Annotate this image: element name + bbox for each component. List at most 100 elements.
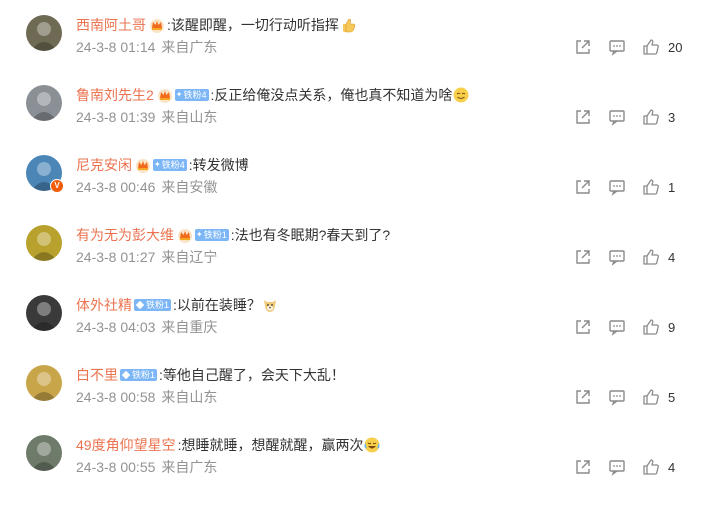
avatar[interactable] (26, 225, 62, 261)
comment-location: 来自广东 (161, 39, 218, 55)
comment-location: 来自山东 (161, 109, 218, 125)
comment-item: 鲁南刘先生2 铁粉4 :反正给俺没点关系，俺也真不知道为啥 24-3-8 01:… (0, 85, 712, 155)
comment-date: 24-3-8 00:55 (76, 459, 156, 475)
comment-actions: 5 (572, 387, 712, 407)
comment-actions: 4 (572, 457, 712, 477)
crown-icon (157, 89, 172, 103)
thumbs-up-icon (642, 388, 660, 406)
share-icon (574, 388, 592, 406)
share-button[interactable] (574, 387, 592, 407)
comment-icon (608, 108, 626, 126)
smile-emoji (453, 87, 469, 103)
like-count: 1 (668, 179, 676, 195)
fan-badge: 铁粉4 (153, 159, 187, 171)
comment-actions: 3 (572, 107, 712, 127)
share-button[interactable] (574, 247, 592, 267)
comment-date: 24-3-8 00:46 (76, 179, 156, 195)
comment-actions: 20 (572, 37, 712, 57)
comment-item: 体外社精 铁粉1 :以前在装睡？ 24-3-8 04:03 来自重庆 9 (0, 295, 712, 365)
like-count: 20 (668, 39, 683, 55)
thumbs-up-icon (642, 458, 660, 476)
avatar[interactable] (26, 15, 62, 51)
comment-location: 来自辽宁 (161, 249, 218, 265)
share-icon (574, 458, 592, 476)
laugh-cry-emoji (364, 437, 380, 453)
share-button[interactable] (574, 317, 592, 337)
comment-text: :反正给俺没点关系，俺也真不知道为啥 (210, 87, 453, 103)
comment-text: :该醒即醒，一切行动听指挥 (167, 17, 339, 33)
comment-date: 24-3-8 04:03 (76, 319, 156, 335)
like-button[interactable]: 20 (642, 37, 682, 57)
reply-button[interactable] (608, 177, 626, 197)
like-button[interactable]: 4 (642, 457, 675, 477)
user-name-link[interactable]: 西南阿土哥 (76, 15, 146, 35)
comment-text: :以前在装睡？ (173, 297, 261, 313)
fan-badge: 铁粉1 (134, 299, 172, 311)
comment-icon (608, 178, 626, 196)
like-count: 4 (668, 459, 676, 475)
like-button[interactable]: 1 (642, 177, 675, 197)
reply-button[interactable] (608, 317, 626, 337)
reply-button[interactable] (608, 387, 626, 407)
user-name-link[interactable]: 鲁南刘先生2 (76, 85, 154, 105)
fan-badge: 铁粉1 (195, 229, 229, 241)
thumbs-up-icon (642, 178, 660, 196)
avatar[interactable] (26, 85, 62, 121)
comment-item: 西南阿土哥 :该醒即醒，一切行动听指挥 24-3-8 01:14 来自广东 20 (0, 15, 712, 85)
share-icon (574, 178, 592, 196)
comment-icon (608, 248, 626, 266)
comment-date: 24-3-8 01:27 (76, 249, 156, 265)
thumbs-up-icon (642, 108, 660, 126)
share-button[interactable] (574, 177, 592, 197)
comment-location: 来自广东 (161, 459, 218, 475)
like-button[interactable]: 3 (642, 107, 675, 127)
crown-icon (178, 229, 192, 243)
reply-button[interactable] (608, 107, 626, 127)
comment-actions: 9 (572, 317, 712, 337)
like-count: 5 (668, 389, 676, 405)
comment-item: 白不里 铁粉1 :等他自己醒了，会天下大乱！ 24-3-8 00:58 来自山东 … (0, 365, 712, 435)
comment-item: 49度角仰望星空 :想睡就睡，想醒就醒，赢两次 24-3-8 00:55 来自广东… (0, 435, 712, 505)
comment-actions: 4 (572, 247, 712, 267)
user-name-link[interactable]: 有为无为彭大维 (76, 225, 174, 245)
comment-location: 来自安徽 (161, 179, 218, 195)
doge-emoji (263, 300, 276, 312)
reply-button[interactable] (608, 457, 626, 477)
comment-item: 有为无为彭大维 铁粉1 :法也有冬眠期?春天到了? 24-3-8 01:27 来自… (0, 225, 712, 295)
comment-actions: 1 (572, 177, 712, 197)
comment-icon (608, 458, 626, 476)
share-icon (574, 248, 592, 266)
reply-button[interactable] (608, 37, 626, 57)
like-button[interactable]: 4 (642, 247, 675, 267)
user-name-link[interactable]: 49度角仰望星空 (76, 435, 176, 455)
verified-badge-icon: V (50, 179, 64, 193)
comment-text: :法也有冬眠期?春天到了? (230, 227, 391, 243)
like-count: 9 (668, 319, 676, 335)
share-button[interactable] (574, 37, 592, 57)
share-button[interactable] (574, 107, 592, 127)
crown-icon (150, 19, 164, 33)
like-button[interactable]: 5 (642, 387, 675, 407)
share-button[interactable] (574, 457, 592, 477)
fan-badge: 铁粉1 (120, 369, 158, 381)
avatar[interactable] (26, 365, 62, 401)
user-name-link[interactable]: 白不里 (76, 365, 118, 385)
reply-button[interactable] (608, 247, 626, 267)
comment-icon (608, 388, 626, 406)
share-icon (574, 318, 592, 336)
like-button[interactable]: 9 (642, 317, 675, 337)
comment-location: 来自重庆 (161, 319, 218, 335)
comment-text: :想睡就睡，想醒就醒，赢两次 (177, 437, 364, 453)
comment-location: 来自山东 (161, 389, 218, 405)
thumbs-up-icon (642, 248, 660, 266)
user-name-link[interactable]: 尼克安闲 (76, 155, 132, 175)
avatar[interactable] (26, 295, 62, 331)
like-count: 4 (668, 249, 676, 265)
user-name-link[interactable]: 体外社精 (76, 295, 132, 315)
comment-date: 24-3-8 01:39 (76, 109, 156, 125)
share-icon (574, 108, 592, 126)
thumbs-up-emoji (342, 18, 356, 33)
thumbs-up-icon (642, 318, 660, 336)
fan-badge: 铁粉4 (174, 89, 209, 101)
avatar[interactable] (26, 435, 62, 471)
